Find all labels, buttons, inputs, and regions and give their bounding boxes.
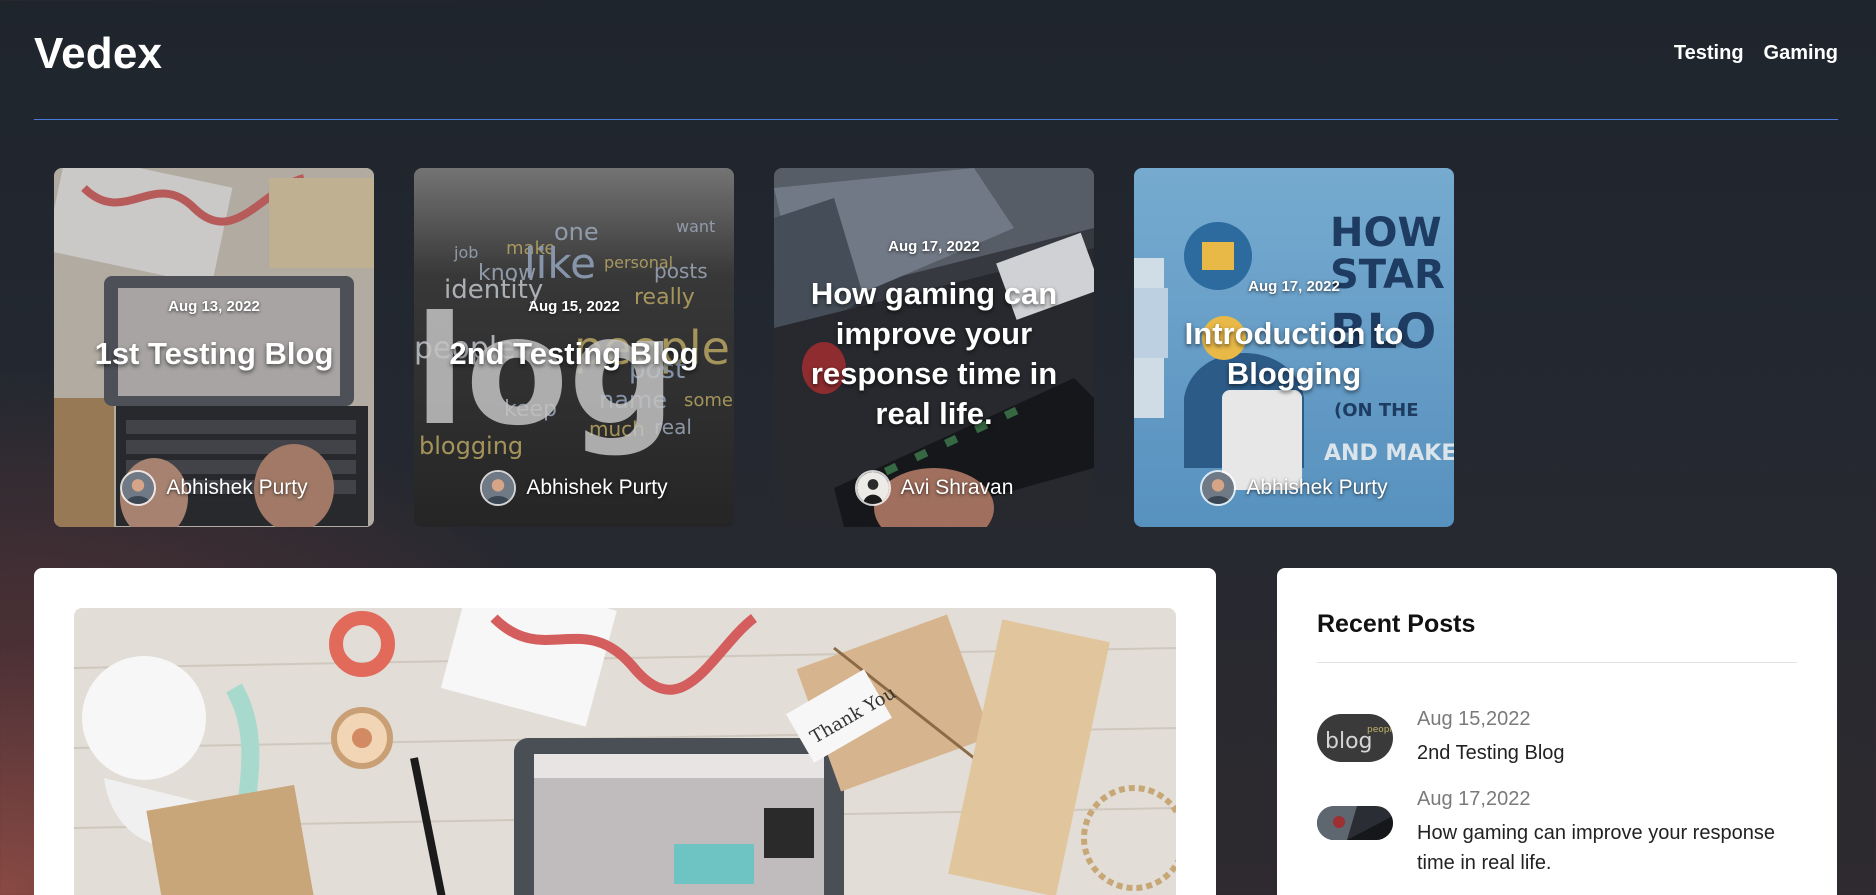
recent-post-title[interactable]: How gaming can improve your response tim… bbox=[1417, 818, 1797, 878]
recent-post-thumbnail[interactable]: blog people bbox=[1317, 714, 1393, 762]
nav-link-testing[interactable]: Testing bbox=[1674, 42, 1744, 65]
author-avatar bbox=[120, 470, 157, 506]
post-date: Aug 17, 2022 bbox=[1248, 278, 1340, 295]
main-nav: Testing Gaming bbox=[1674, 42, 1838, 65]
post-card[interactable]: Aug 13, 2022 1st Testing Blog Abhishek P… bbox=[54, 168, 374, 527]
author-name: Abhishek Purty bbox=[526, 476, 668, 499]
svg-text:blog: blog bbox=[1325, 729, 1373, 754]
post-title[interactable]: 2nd Testing Blog bbox=[436, 334, 712, 374]
post-date: Aug 15, 2022 bbox=[528, 298, 620, 315]
post-card[interactable]: job make like one personal posts want id… bbox=[414, 168, 734, 527]
post-card[interactable]: Aug 17, 2022 How gaming can improve your… bbox=[774, 168, 1094, 527]
recent-post-thumbnail[interactable] bbox=[1317, 806, 1393, 840]
post-author[interactable]: Abhishek Purty bbox=[54, 470, 374, 506]
divider bbox=[1317, 662, 1797, 663]
post-date: Aug 13, 2022 bbox=[168, 298, 260, 315]
site-logo[interactable]: Vedex bbox=[34, 29, 162, 79]
author-avatar bbox=[854, 470, 891, 506]
featured-post-image[interactable]: Thank You bbox=[74, 608, 1176, 895]
author-name: Abhishek Purty bbox=[166, 476, 308, 499]
main-post-panel: Thank You bbox=[34, 568, 1216, 895]
recent-posts-title: Recent Posts bbox=[1317, 610, 1476, 638]
post-title[interactable]: How gaming can improve your response tim… bbox=[796, 274, 1072, 434]
author-name: Avi Shravan bbox=[900, 476, 1014, 499]
post-author[interactable]: Abhishek Purty bbox=[414, 470, 734, 506]
svg-text:people: people bbox=[1367, 725, 1393, 735]
featured-post-photo: Thank You bbox=[74, 608, 1176, 895]
post-date: Aug 17, 2022 bbox=[888, 238, 980, 255]
post-author[interactable]: Avi Shravan bbox=[774, 470, 1094, 506]
author-name: Abhishek Purty bbox=[1246, 476, 1388, 499]
recent-posts-panel: Recent Posts blog people Aug 15,2022 2nd… bbox=[1277, 568, 1837, 895]
post-title[interactable]: Introduction to Blogging bbox=[1156, 314, 1432, 394]
recent-post-date: Aug 17,2022 bbox=[1417, 788, 1531, 810]
recent-post-date: Aug 15,2022 bbox=[1417, 708, 1531, 730]
post-title[interactable]: 1st Testing Blog bbox=[76, 334, 352, 374]
post-card[interactable]: HOW STAR BLO (ON THE AND MAKE Aug 17, 20… bbox=[1134, 168, 1454, 527]
site-header: Vedex Testing Gaming bbox=[34, 0, 1838, 120]
author-avatar bbox=[1200, 470, 1237, 506]
nav-link-gaming[interactable]: Gaming bbox=[1764, 42, 1838, 65]
post-author[interactable]: Abhishek Purty bbox=[1134, 470, 1454, 506]
author-avatar bbox=[480, 470, 517, 506]
recent-post-title[interactable]: 2nd Testing Blog bbox=[1417, 738, 1797, 768]
